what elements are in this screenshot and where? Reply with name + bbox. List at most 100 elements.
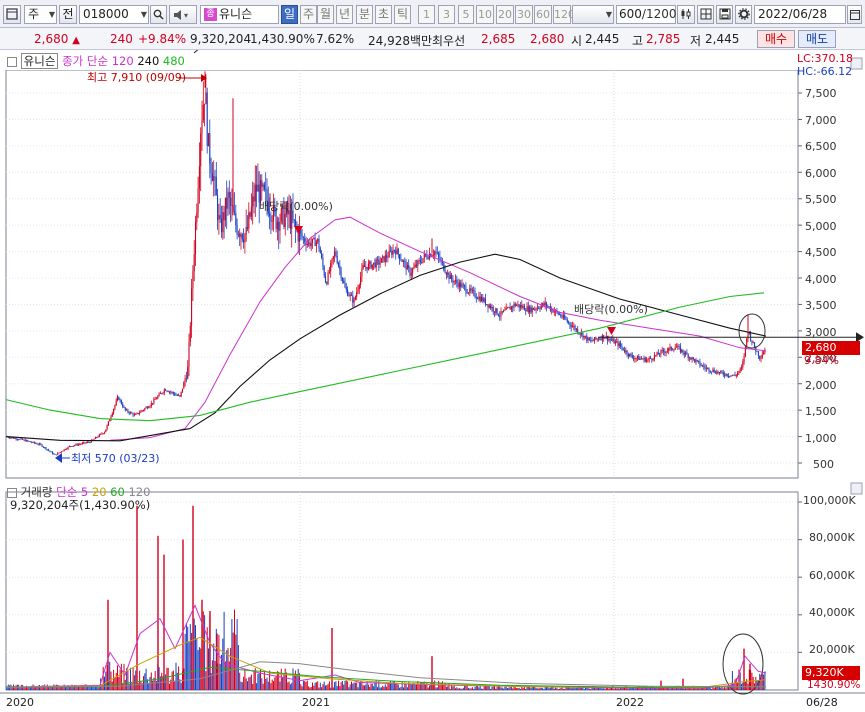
volume-bar (323, 681, 325, 690)
candle-body (46, 449, 48, 451)
panel-menu-icon[interactable] (7, 487, 17, 498)
volume-bar (169, 683, 170, 690)
candle-style-icon[interactable] (677, 5, 695, 24)
candle-body (609, 339, 611, 340)
type-select[interactable]: 주 ▼ (24, 5, 57, 24)
period-tab[interactable]: 초 (375, 5, 392, 24)
volume-bar (569, 687, 571, 690)
minute-tab[interactable]: 5 (458, 5, 474, 24)
candle-body (219, 215, 221, 219)
buy-button[interactable]: 매수 (757, 30, 795, 48)
candle-body (261, 179, 263, 187)
grid-icon[interactable] (697, 5, 714, 24)
stock-name-value: 유니슨 (219, 7, 253, 21)
candle-body (583, 335, 585, 338)
candle-body (220, 218, 223, 233)
candle-body (270, 215, 272, 222)
period-tab[interactable]: 틱 (394, 5, 411, 24)
prev-button[interactable]: 전 (59, 5, 77, 24)
candle-body (657, 352, 659, 355)
candle-body (470, 288, 472, 291)
volume-bar (208, 648, 209, 690)
volume-bar (341, 681, 343, 690)
minute-tab[interactable]: 10 (476, 5, 494, 24)
candle-body (227, 191, 229, 209)
period-tab[interactable]: 월 (317, 5, 334, 24)
candle-body (521, 305, 523, 308)
volume-bar (400, 686, 402, 690)
chart-canvas[interactable] (0, 50, 865, 712)
period-tab[interactable]: 년 (336, 5, 353, 24)
candle-body (271, 221, 273, 223)
candle-body (317, 238, 319, 242)
period-tab[interactable]: 분 (356, 5, 373, 24)
candle-body (738, 371, 740, 373)
minute-tab[interactable]: 120 (553, 5, 575, 24)
candle-body (370, 261, 372, 269)
candle-body (384, 255, 386, 262)
volume-bar (669, 688, 671, 690)
count-input[interactable]: 600/1200 (616, 5, 677, 24)
candle-body (124, 407, 126, 411)
candle-body (423, 254, 425, 259)
minute-tab[interactable]: 3 (438, 5, 455, 24)
candle-body (276, 221, 278, 229)
volume-bar (397, 684, 399, 690)
candle-body (373, 262, 375, 265)
volume-bar (543, 688, 545, 690)
search-icon[interactable] (150, 5, 167, 24)
volume-bar (720, 687, 722, 690)
candle-body (20, 438, 22, 440)
candle-body (426, 255, 428, 259)
volume-bar (487, 685, 489, 690)
volume-bar (406, 687, 408, 690)
candle-body (687, 354, 689, 359)
save-icon[interactable] (716, 5, 733, 24)
candle-body (123, 406, 125, 408)
volume-bar (369, 686, 371, 690)
volume-bar (302, 680, 304, 690)
candle-body (435, 251, 437, 253)
candle-body (72, 445, 74, 447)
minute-tab[interactable]: 30 (515, 5, 533, 24)
volume-bar (696, 688, 698, 690)
volume-bar (505, 686, 507, 690)
price-y-tick: 7,500 (805, 87, 837, 100)
candle-body (18, 439, 20, 441)
candle-body (135, 413, 137, 415)
candle-body (421, 262, 423, 263)
candle-body (336, 256, 338, 263)
candle-body (651, 358, 653, 360)
candle-body (659, 354, 661, 356)
period-tab[interactable]: 주 (300, 5, 317, 24)
volume-bar (297, 668, 299, 690)
price-panel-frame (5, 69, 799, 479)
calendar-icon[interactable] (847, 5, 862, 24)
minute-tab[interactable]: 20 (496, 5, 514, 24)
stock-name-field[interactable]: 종 유니슨 (200, 5, 279, 24)
candle-body (157, 396, 159, 399)
sell-button[interactable]: 매도 (798, 30, 836, 48)
candle-body (448, 272, 450, 279)
candle-body (454, 279, 457, 282)
high-note: 최고 7,910 (09/09) (87, 71, 187, 84)
volume-bar (365, 684, 367, 690)
minute-custom-select[interactable]: ▼ (572, 5, 614, 24)
period-tab[interactable]: 일 (281, 5, 298, 24)
candle-body (488, 305, 490, 308)
volume-bar (674, 688, 676, 690)
candle-body (42, 446, 44, 448)
candle-body (484, 298, 486, 305)
minute-tab[interactable]: 60 (534, 5, 552, 24)
candle-body (200, 133, 202, 167)
sound-icon[interactable]: ▾ (169, 5, 197, 24)
panel-menu-icon[interactable] (7, 56, 17, 67)
candle-body (252, 196, 254, 207)
volume-bar (518, 687, 520, 690)
minute-tab[interactable]: 1 (418, 5, 435, 24)
menu-icon[interactable] (3, 5, 21, 24)
code-input[interactable]: 018000 ▼ (79, 5, 149, 24)
date-input[interactable]: 2022/06/28 (754, 5, 846, 24)
volume-bar (306, 680, 308, 690)
gear-icon[interactable] (735, 5, 752, 24)
